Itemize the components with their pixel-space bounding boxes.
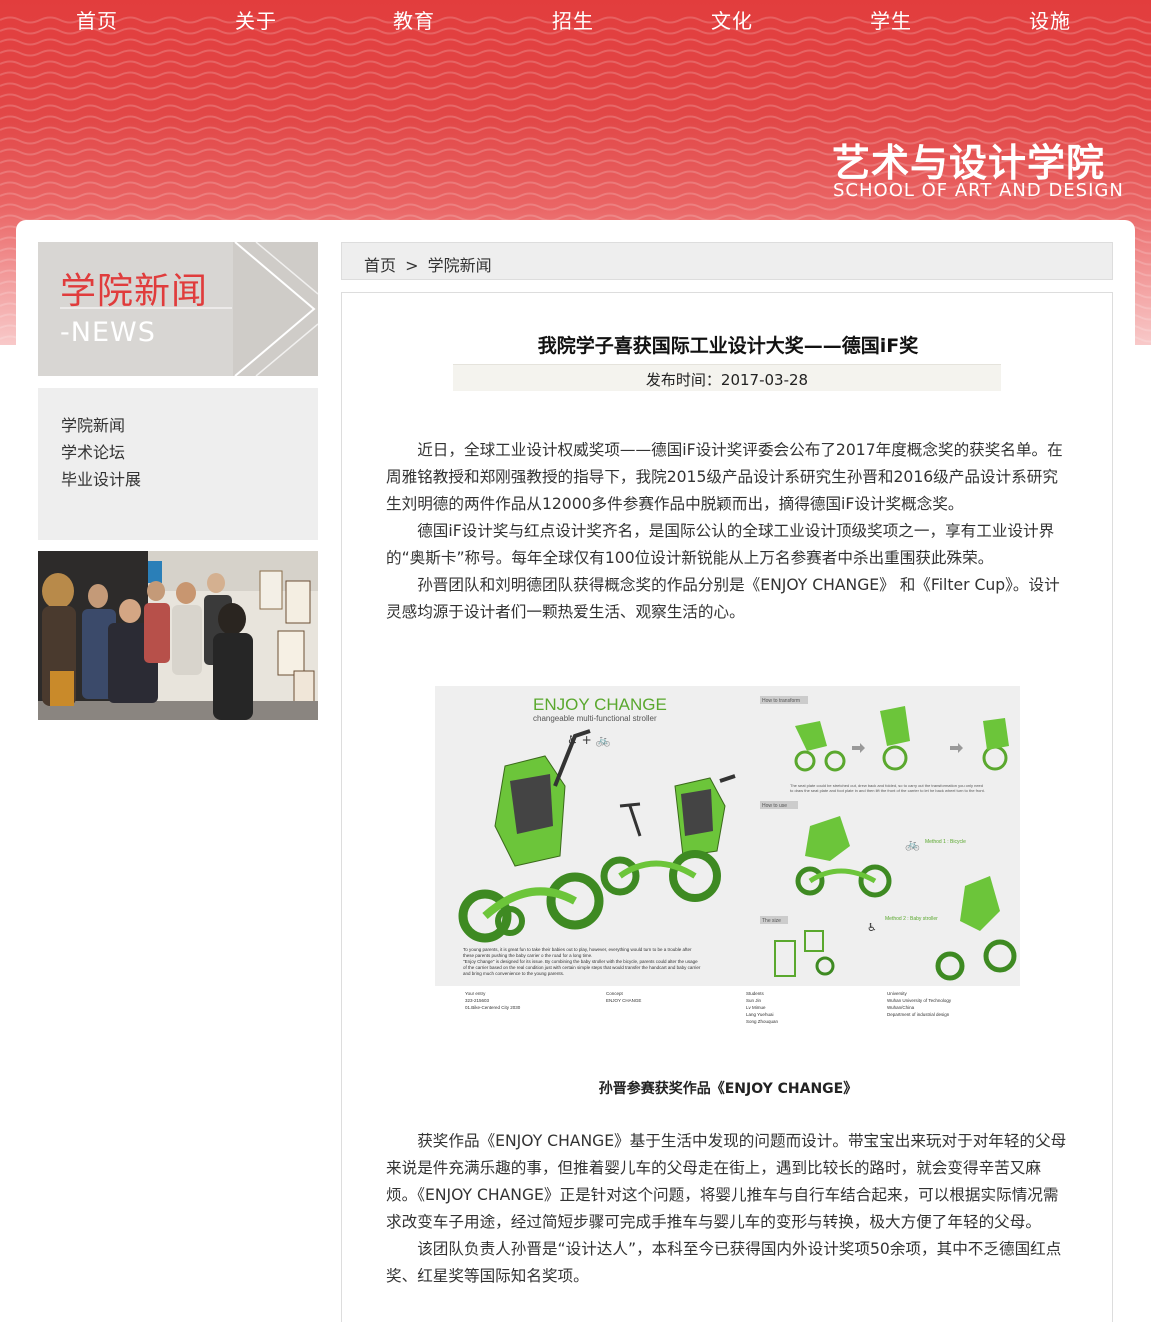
nav-facilities[interactable]: 设施 — [1029, 5, 1071, 34]
sidebar-title-cn: 学院新闻 — [60, 271, 209, 312]
sidebar-item-college-news[interactable]: 学院新闻 — [61, 412, 318, 439]
poster-description: these parents pushing the baby carrier o… — [463, 953, 592, 958]
sidebar-title-en: -NEWS — [60, 317, 156, 348]
award-image: ENJOY CHANGE changeable multi-functional… — [435, 686, 1020, 1031]
article-paragraph: 该团队负责人孙晋是“设计达人”，本科至今已获得国内外设计奖项50余项，其中不乏德… — [386, 1240, 1062, 1285]
article-paragraph: 孙晋团队和刘明德团队获得概念奖的作品分别是《ENJOY CHANGE》 和《Fi… — [386, 576, 1060, 621]
nav-culture[interactable]: 文化 — [711, 5, 753, 34]
wave-line — [0, 38, 1151, 46]
nav-about[interactable]: 关于 — [235, 5, 277, 34]
poster-method1: Method 1 : Bicycle — [925, 839, 966, 845]
exhibition-photo — [38, 551, 318, 720]
breadcrumb-home[interactable]: 首页 — [364, 256, 396, 275]
nav-home[interactable]: 首页 — [76, 5, 118, 34]
credit-student: Sun Jin — [746, 998, 762, 1003]
credit-entry-label: Your entry — [465, 991, 486, 996]
credit-student: Lv Mimue — [746, 1005, 766, 1010]
article-title: 我院学子喜获国际工业设计大奖——德国iF奖 — [537, 335, 919, 357]
credit-student: Song Zhouquan — [746, 1019, 779, 1024]
poster-step-note: to draw the seat plate and foot plate in… — [790, 788, 985, 793]
credit-concept: ENJOY CHANGE — [606, 998, 641, 1003]
wave-line — [0, 203, 1151, 211]
breadcrumb: 首页 > 学院新闻 — [341, 242, 1113, 280]
school-logo-cn[interactable]: 艺术与设计学院 — [832, 132, 1105, 187]
sidebar-photo — [38, 551, 318, 720]
wave-line — [0, 115, 1151, 123]
article-container: 我院学子喜获国际工业设计大奖——德国iF奖 发布时间：2017-03-28 近日… — [341, 292, 1113, 1322]
breadcrumb-current[interactable]: 学院新闻 — [428, 256, 492, 275]
wave-line — [0, 60, 1151, 68]
credit-univ-label: University — [887, 991, 908, 996]
poster-description: of the carrier based on the real conditi… — [463, 965, 701, 970]
poster-description: and bring much convenience to the young … — [463, 971, 564, 976]
credit-concept-label: Concept — [606, 991, 624, 996]
nav-students[interactable]: 学生 — [870, 5, 912, 34]
wave-line — [0, 82, 1151, 90]
enjoy-change-poster: ENJOY CHANGE changeable multi-functional… — [435, 686, 1020, 1031]
breadcrumb-separator: > — [405, 256, 419, 275]
sidebar-item-graduation-show[interactable]: 毕业设计展 — [61, 466, 318, 493]
credit-students-label: Students — [746, 991, 765, 996]
wave-line — [0, 93, 1151, 101]
credit-student: Lang Yuehuai — [746, 1012, 773, 1017]
poster-description: To young parents, it is great fun to tak… — [463, 947, 692, 952]
wave-line — [0, 71, 1151, 79]
wave-line — [0, 49, 1151, 57]
sidebar-item-academic-forum[interactable]: 学术论坛 — [61, 439, 318, 466]
image-caption: 孙晋参赛获奖作品《ENJOY CHANGE》 — [598, 1081, 858, 1097]
poster-how-use: How to use — [762, 803, 787, 809]
poster-how-transform: How to transform — [762, 698, 800, 704]
nav-admission[interactable]: 招生 — [552, 5, 594, 34]
poster-size: The size — [762, 918, 781, 924]
credit-univ: Wuhan University of Technology — [887, 998, 952, 1003]
credit-univ: Wuhan/China — [887, 1005, 915, 1010]
poster-title: ENJOY CHANGE — [533, 695, 667, 714]
sidebar-menu: 学院新闻 学术论坛 毕业设计展 — [38, 388, 318, 540]
nav-education[interactable]: 教育 — [393, 5, 435, 34]
article-paragraph: 获奖作品《ENJOY CHANGE》基于生活中发现的问题而设计。带宝宝出来玩对于… — [386, 1132, 1067, 1231]
wave-line — [0, 104, 1151, 112]
article-paragraph: 近日，全球工业设计权威奖项——德国iF设计奖评委会公布了2017年度概念奖的获奖… — [386, 441, 1063, 513]
poster-subtitle: changeable multi-functional stroller — [533, 714, 657, 723]
poster-description: "Enjoy Change" is designed for its issue… — [463, 959, 698, 964]
credit-entry: 323-215603 — [465, 998, 490, 1003]
credit-entry2: 01.Bike-Centered City 2030 — [465, 1005, 521, 1010]
poster-method2: Method 2 : Baby stroller — [885, 916, 938, 922]
sidebar-title: 学院新闻 -NEWS — [38, 242, 318, 376]
stroller-icon: ♿ — [867, 921, 877, 934]
article-date: 发布时间：2017-03-28 — [453, 364, 1001, 391]
school-logo-en: SCHOOL OF ART AND DESIGN — [833, 180, 1124, 201]
main-nav: 首页 关于 教育 招生 文化 学生 设施 — [0, 0, 1151, 40]
credit-univ: Department of industrial design — [887, 1012, 950, 1017]
bicycle-icon: 🚲 — [905, 837, 920, 851]
article-paragraph: 德国iF设计奖与红点设计奖齐名，是国际公认的全球工业设计顶级奖项之一，享有工业设… — [386, 522, 1055, 567]
